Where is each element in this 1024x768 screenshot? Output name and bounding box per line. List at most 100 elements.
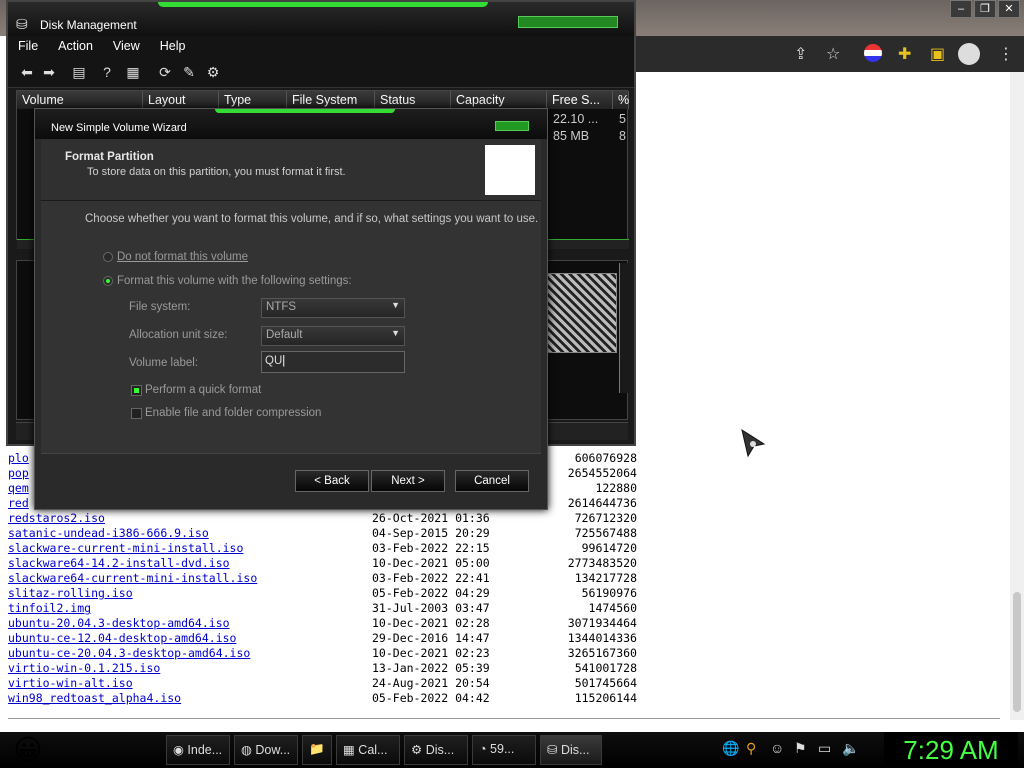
display-icon[interactable]: ▭ bbox=[818, 740, 831, 757]
menu-help[interactable]: Help bbox=[150, 36, 196, 58]
file-link[interactable]: win98_redtoast_alpha4.iso bbox=[8, 691, 181, 705]
file-link[interactable]: slackware64-14.2-install-dvd.iso bbox=[8, 556, 230, 570]
file-size: 2773483520 bbox=[567, 556, 637, 570]
file-size: 2614644736 bbox=[567, 496, 637, 510]
refresh-icon[interactable]: ⟳ bbox=[156, 64, 174, 80]
file-link[interactable]: virtio-win-alt.iso bbox=[8, 676, 133, 690]
allocation-unit-select[interactable]: Default ▼ bbox=[261, 326, 405, 346]
puzzle-icon[interactable]: ✚ bbox=[898, 44, 911, 64]
volume-icon[interactable]: 🔈 bbox=[842, 740, 859, 757]
file-link[interactable]: slackware64-current-mini-install.iso bbox=[8, 571, 257, 585]
gear-icon: ⚙ bbox=[411, 743, 423, 757]
forward-arrow-icon[interactable]: ➡ bbox=[40, 64, 58, 80]
close-button[interactable]: ✕ bbox=[998, 0, 1020, 18]
column-status[interactable]: Status bbox=[375, 91, 451, 109]
flag-extension-icon[interactable] bbox=[864, 44, 882, 62]
wizard-close-button[interactable] bbox=[495, 121, 529, 131]
column-layout[interactable]: Layout bbox=[143, 91, 219, 109]
file-system-select[interactable]: NTFS ▼ bbox=[261, 298, 405, 318]
maximize-button[interactable]: ❐ bbox=[974, 0, 996, 18]
clock[interactable]: 7:29 AM bbox=[884, 732, 1018, 768]
allocation-unit-label: Allocation unit size: bbox=[129, 329, 228, 341]
file-link[interactable]: ubuntu-ce-12.04-desktop-amd64.iso bbox=[8, 631, 236, 645]
file-size: 606076928 bbox=[574, 451, 637, 465]
menu-icon[interactable]: ⋮ bbox=[998, 44, 1014, 64]
column-free-space[interactable]: Free S... bbox=[547, 91, 613, 109]
taskbar-item[interactable]: 📁 bbox=[302, 735, 332, 765]
new-simple-volume-wizard[interactable]: New Simple Volume Wizard Format Partitio… bbox=[34, 108, 548, 510]
compression-label[interactable]: Enable file and folder compression bbox=[145, 407, 321, 419]
quick-format-checkbox[interactable] bbox=[131, 385, 142, 396]
menu-file[interactable]: File bbox=[8, 36, 48, 58]
compression-checkbox[interactable] bbox=[131, 408, 142, 419]
chrome-icon: ◉ bbox=[173, 743, 184, 757]
file-link[interactable]: ubuntu-20.04.3-desktop-amd64.iso bbox=[8, 616, 230, 630]
calculator-icon: ▦ bbox=[343, 743, 355, 757]
back-button[interactable]: < Back bbox=[295, 470, 369, 492]
help-icon[interactable]: ? bbox=[98, 64, 116, 80]
properties-icon[interactable]: ▦ bbox=[124, 64, 142, 80]
menu-view[interactable]: View bbox=[103, 36, 150, 58]
column-capacity[interactable]: Capacity bbox=[451, 91, 547, 109]
quick-format-label[interactable]: Perform a quick format bbox=[145, 384, 261, 396]
file-link[interactable]: pop bbox=[8, 466, 29, 480]
no-format-label[interactable]: Do not format this volume bbox=[117, 251, 248, 263]
format-radio[interactable] bbox=[103, 276, 113, 286]
file-link[interactable]: slackware-current-mini-install.iso bbox=[8, 541, 243, 555]
file-date: 03-Feb-2022 22:41 bbox=[372, 571, 490, 585]
wizard-titlebar[interactable]: New Simple Volume Wizard bbox=[35, 109, 547, 139]
file-date: 26-Oct-2021 01:36 bbox=[372, 511, 490, 525]
list-view-icon[interactable]: ▤ bbox=[70, 64, 88, 80]
menu-action[interactable]: Action bbox=[48, 36, 103, 58]
file-date: 31-Jul-2003 03:47 bbox=[372, 601, 490, 615]
file-link[interactable]: tinfoil2.img bbox=[8, 601, 91, 615]
browser-scrollbar[interactable] bbox=[1010, 72, 1024, 720]
taskbar-item[interactable]: ◔ 59... bbox=[472, 735, 536, 765]
share-icon[interactable]: ⇪ bbox=[794, 44, 807, 64]
flag-icon[interactable]: ⚑ bbox=[794, 740, 807, 757]
edit-icon[interactable]: ✎ bbox=[180, 64, 198, 80]
cancel-button[interactable]: Cancel bbox=[455, 470, 529, 492]
file-link[interactable]: qem bbox=[8, 481, 29, 495]
window-controls[interactable] bbox=[518, 16, 618, 28]
file-link[interactable]: plo bbox=[8, 451, 29, 465]
format-label[interactable]: Format this volume with the following se… bbox=[117, 275, 352, 287]
next-button[interactable]: Next > bbox=[371, 470, 445, 492]
taskbar-item[interactable]: ▦ Cal... bbox=[336, 735, 400, 765]
file-size: 56190976 bbox=[581, 586, 637, 600]
file-link[interactable]: redstaros2.iso bbox=[8, 511, 105, 525]
column-percent[interactable]: % bbox=[613, 91, 629, 109]
taskbar-item[interactable]: ⚙ Dis... bbox=[404, 735, 468, 765]
file-link[interactable]: red bbox=[8, 496, 29, 510]
taskbar-item-label: 59... bbox=[490, 742, 515, 756]
volume-label-input[interactable]: QU| bbox=[261, 351, 405, 373]
start-button[interactable]: 😀 bbox=[6, 732, 50, 768]
minimize-button[interactable]: – bbox=[950, 0, 972, 18]
back-arrow-icon[interactable]: ⬅ bbox=[18, 64, 36, 80]
file-link[interactable]: ubuntu-ce-20.04.3-desktop-amd64.iso bbox=[8, 646, 250, 660]
window-title: Disk Management bbox=[40, 18, 137, 32]
taskbar-item[interactable]: ◉ Inde... bbox=[166, 735, 230, 765]
vertical-scrollbar[interactable] bbox=[619, 263, 629, 393]
disk-management-titlebar[interactable]: ⛁ Disk Management bbox=[8, 2, 634, 36]
column-file-system[interactable]: File System bbox=[287, 91, 375, 109]
network-icon[interactable]: 🌐 bbox=[722, 740, 739, 757]
allocation-unit-value: Default bbox=[266, 329, 303, 341]
search-icon[interactable]: ⚲ bbox=[746, 740, 756, 757]
unallocated-partition[interactable] bbox=[547, 273, 617, 353]
star-icon[interactable]: ☆ bbox=[826, 44, 840, 64]
volume-label-label: Volume label: bbox=[129, 357, 199, 369]
taskbar-item[interactable]: ◍ Dow... bbox=[234, 735, 298, 765]
no-format-radio[interactable] bbox=[103, 252, 113, 262]
column-volume[interactable]: Volume bbox=[17, 91, 143, 109]
profile-icon[interactable] bbox=[958, 43, 980, 65]
column-type[interactable]: Type bbox=[219, 91, 287, 109]
file-link[interactable]: virtio-win-0.1.215.iso bbox=[8, 661, 160, 675]
emoji-icon[interactable]: ☺ bbox=[770, 740, 784, 756]
taskbar-item[interactable]: ⛁ Dis... bbox=[540, 735, 602, 765]
file-link[interactable]: slitaz-rolling.iso bbox=[8, 586, 133, 600]
volume-label-value: QU bbox=[265, 355, 283, 367]
file-link[interactable]: satanic-undead-i386-666.9.iso bbox=[8, 526, 209, 540]
settings-icon[interactable]: ⚙ bbox=[204, 64, 222, 80]
sidebar-icon[interactable]: ▣ bbox=[930, 44, 945, 64]
